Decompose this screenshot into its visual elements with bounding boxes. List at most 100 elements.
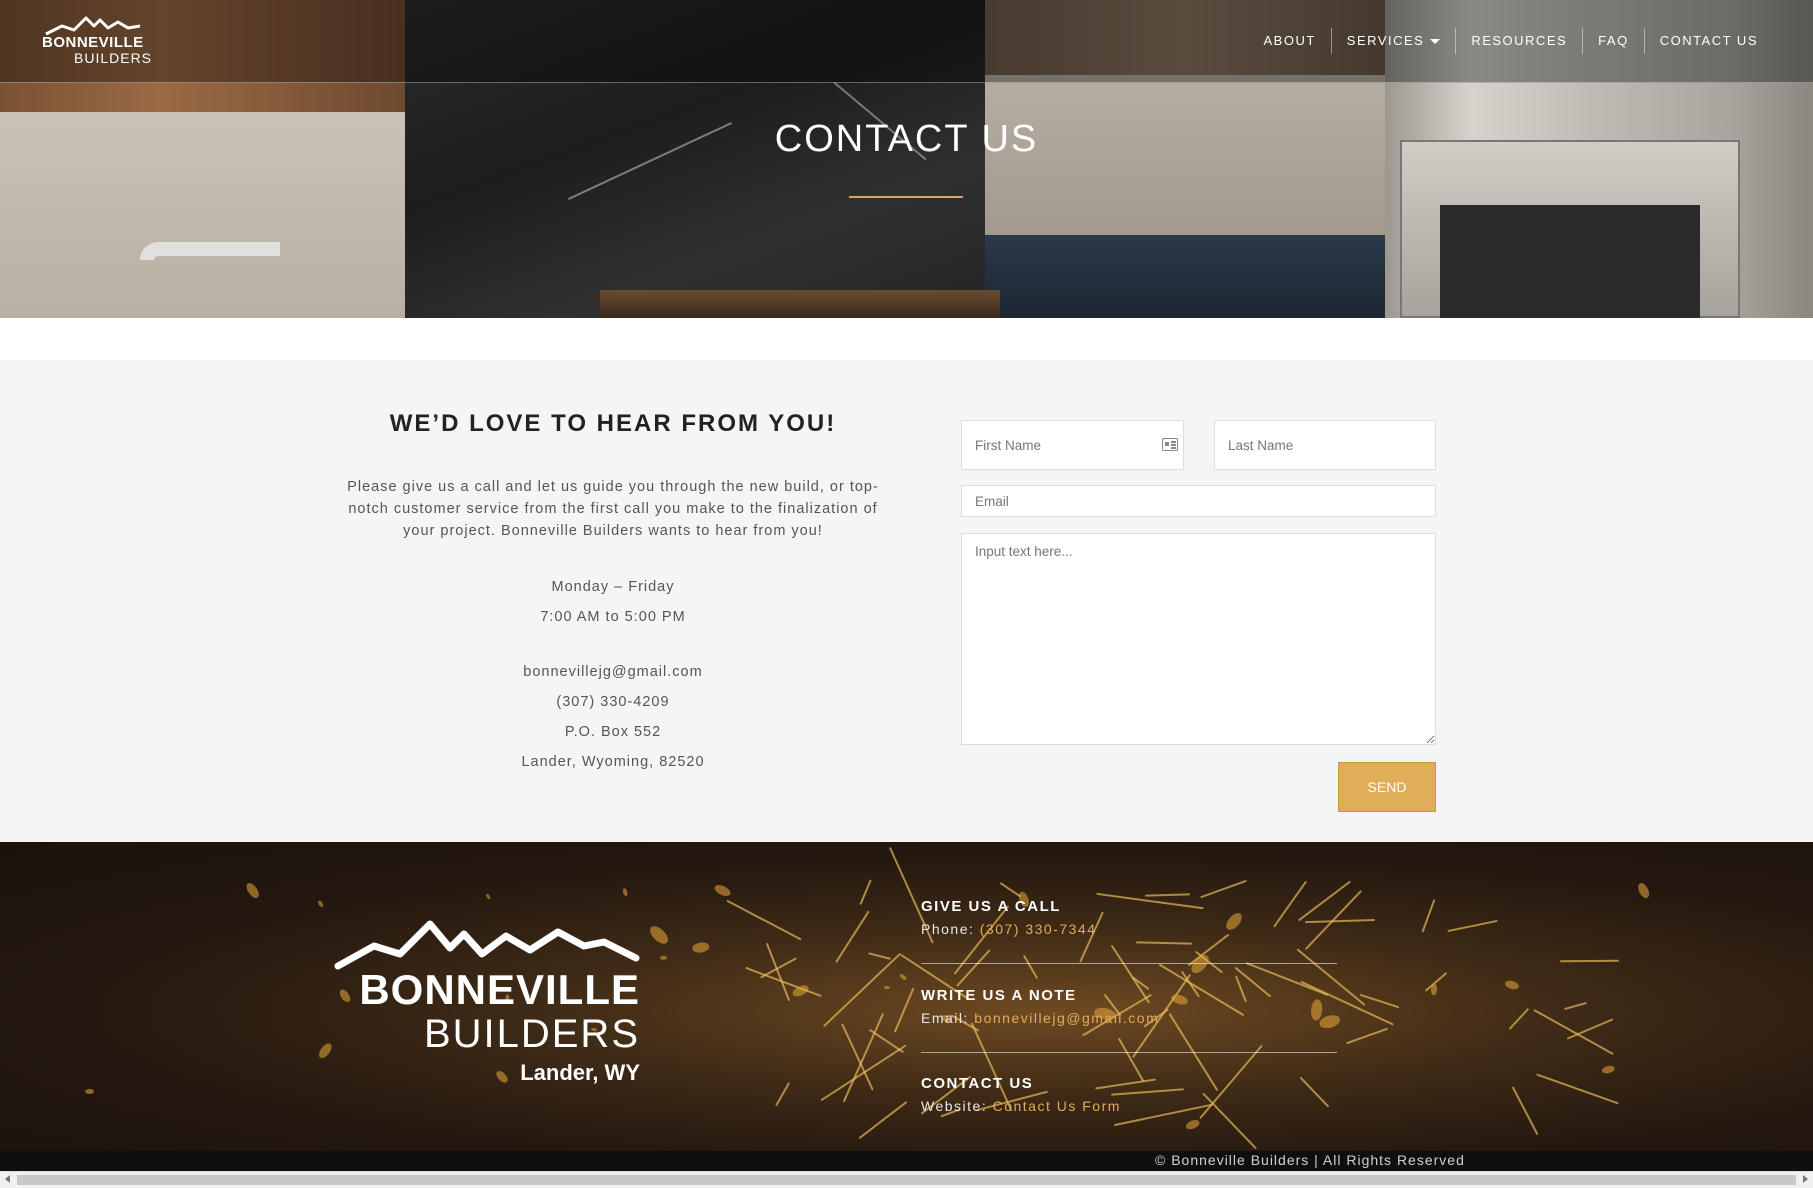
footer-note-heading: WRITE US A NOTE	[921, 987, 1077, 1004]
business-hours: 7:00 AM to 5:00 PM	[540, 609, 686, 625]
footer-email-link[interactable]: bonnevillejg@gmail.com	[974, 1010, 1159, 1026]
contact-section: WE’D LOVE TO HEAR FROM YOU! Please give …	[0, 360, 1813, 842]
spark-streak	[1567, 1018, 1614, 1040]
scrollbar-thumb[interactable]	[17, 1175, 1796, 1185]
hero-background-oven-window	[1440, 205, 1700, 318]
nav-label: CONTACT US	[1659, 33, 1758, 48]
spark-ember	[84, 1089, 94, 1095]
caret-down-icon	[1430, 39, 1441, 45]
logo-text-line2: BUILDERS	[74, 50, 153, 66]
hero-background-faucet	[140, 242, 280, 260]
spark-streak	[726, 899, 802, 941]
spark-streak	[1144, 893, 1190, 898]
first-name-input[interactable]	[961, 420, 1184, 470]
footer-contact-block: CONTACT US Website: Contact Us Form	[921, 1075, 1337, 1114]
footer: BONNEVILLE BUILDERS Lander, WY GIVE US A…	[0, 842, 1813, 1151]
message-textarea[interactable]	[961, 533, 1436, 745]
spark-streak	[859, 878, 872, 905]
spark-streak	[867, 952, 891, 960]
spark-ember	[1601, 1064, 1616, 1074]
spark-ember	[690, 941, 710, 954]
footer-location: Lander, WY	[520, 1060, 640, 1085]
spark-streak	[1022, 954, 1038, 980]
footer-phone-link[interactable]: (307) 330-7344	[980, 921, 1097, 937]
nav-label: FAQ	[1598, 33, 1629, 48]
contact-phone[interactable]: (307) 330-4209	[340, 687, 886, 717]
nav-item-about[interactable]: ABOUT	[1249, 28, 1331, 54]
page-title: CONTACT US	[774, 118, 1039, 160]
spark-streak	[840, 1023, 874, 1091]
spark-ember	[316, 1041, 334, 1061]
footer-contact-heading: CONTACT US	[921, 1075, 1034, 1092]
scroll-right-icon[interactable]	[1803, 1175, 1808, 1183]
spark-streak	[955, 948, 991, 987]
nav-item-resources[interactable]: RESOURCES	[1455, 28, 1582, 54]
section-divider	[0, 318, 1813, 360]
nav-item-contact-us[interactable]: CONTACT US	[1643, 28, 1773, 54]
nav-item-services[interactable]: SERVICES	[1330, 28, 1456, 54]
spark-streak	[1536, 1073, 1620, 1106]
horizontal-scrollbar[interactable]	[0, 1171, 1813, 1188]
spark-ember	[712, 882, 733, 899]
spark-ember	[484, 893, 491, 901]
po-box: P.O. Box 552	[564, 724, 662, 740]
footer-note-block: WRITE US A NOTE Email: bonnevillejg@gmai…	[921, 987, 1337, 1026]
nav-label: ABOUT	[1263, 33, 1316, 48]
nav-label: SERVICES	[1346, 33, 1425, 48]
city-address: Lander, Wyoming, 82520	[521, 754, 705, 770]
mountain-icon	[334, 920, 640, 970]
spark-streak	[775, 1082, 791, 1107]
spark-streak	[1559, 959, 1620, 963]
spark-streak	[835, 910, 870, 963]
email-input[interactable]	[961, 485, 1436, 517]
footer-phone-line: Phone: (307) 330-7344	[921, 921, 1337, 937]
nav-label: RESOURCES	[1471, 33, 1568, 48]
spark-ember	[883, 985, 890, 990]
hero-background-range	[600, 290, 1000, 318]
footer-divider	[921, 1052, 1337, 1053]
footer-logo: BONNEVILLE BUILDERS Lander, WY	[334, 914, 640, 1094]
footer-call-block: GIVE US A CALL Phone: (307) 330-7344	[921, 898, 1337, 937]
spark-ember	[622, 887, 629, 897]
logo-text-line1: BONNEVILLE	[42, 34, 144, 51]
mountain-icon	[45, 16, 141, 36]
main-navigation: ABOUT SERVICES RESOURCES FAQ CONTACT US	[1249, 28, 1774, 54]
header-logo[interactable]: BONNEVILLE BUILDERS	[38, 14, 151, 68]
send-button[interactable]: SEND	[1338, 762, 1436, 812]
scroll-left-icon[interactable]	[5, 1175, 10, 1183]
spark-ember	[243, 880, 262, 901]
spark-ember	[647, 923, 672, 947]
spark-streak	[1447, 919, 1498, 932]
nav-item-faq[interactable]: FAQ	[1582, 28, 1644, 54]
spark-streak	[1200, 879, 1248, 899]
intro-text: Please give us a call and let us guide y…	[347, 479, 879, 539]
spark-streak	[1508, 1008, 1529, 1031]
spark-streak	[842, 1013, 884, 1103]
spark-ember	[1185, 1119, 1202, 1132]
copyright-bar	[0, 1151, 1813, 1171]
title-underline	[849, 196, 963, 198]
spark-streak	[1421, 899, 1436, 933]
footer-divider	[921, 963, 1337, 964]
spark-ember	[660, 955, 668, 960]
hero-background-counter	[985, 235, 1385, 318]
contact-email[interactable]: bonnevillejg@gmail.com	[340, 657, 886, 687]
intro-heading: WE’D LOVE TO HEAR FROM YOU!	[389, 410, 837, 437]
spark-streak	[1533, 1008, 1615, 1055]
business-days: Monday – Friday	[551, 579, 675, 595]
copyright-text: © Bonneville Builders | All Rights Reser…	[1155, 1152, 1465, 1168]
hero-banner: BONNEVILLE BUILDERS ABOUT SERVICES RESOU…	[0, 0, 1813, 318]
footer-website-prefix: Website:	[921, 1098, 993, 1114]
footer-email-line: Email: bonnevillejg@gmail.com	[921, 1010, 1337, 1026]
spark-streak	[1563, 1002, 1587, 1011]
footer-logo-line2: BUILDERS	[423, 1012, 640, 1056]
footer-website-line: Website: Contact Us Form	[921, 1098, 1337, 1114]
last-name-input[interactable]	[1214, 420, 1436, 470]
spark-ember	[1636, 881, 1652, 900]
contact-info: Monday – Friday 7:00 AM to 5:00 PM bonne…	[340, 572, 886, 777]
spark-streak	[1136, 941, 1193, 945]
spark-ember	[1187, 952, 1212, 977]
spark-streak	[745, 966, 822, 998]
footer-contact-form-link[interactable]: Contact Us Form	[993, 1098, 1121, 1114]
footer-call-heading: GIVE US A CALL	[921, 898, 1061, 915]
